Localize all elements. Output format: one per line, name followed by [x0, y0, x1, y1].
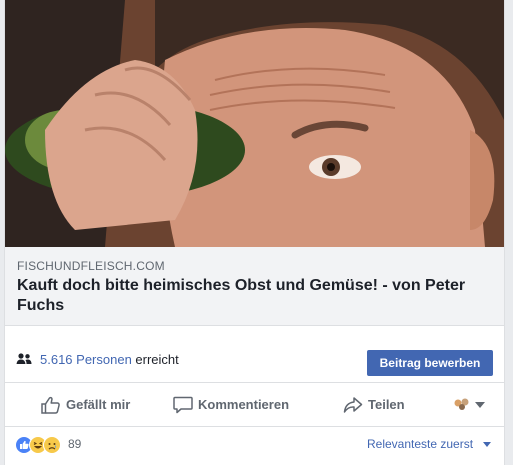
- reactions-row: 89 Relevanteste zuerst: [5, 426, 504, 465]
- comment-label: Kommentieren: [198, 397, 290, 412]
- link-preview-image[interactable]: [5, 0, 504, 247]
- audience-avatars-icon: [454, 398, 485, 410]
- share-arrow-icon: [343, 397, 363, 413]
- comment-button[interactable]: Kommentieren: [173, 395, 297, 415]
- sad-reaction-icon[interactable]: [43, 436, 61, 454]
- chevron-down-icon[interactable]: [483, 442, 491, 447]
- audience-selector[interactable]: [453, 395, 493, 415]
- chevron-down-icon: [475, 402, 485, 408]
- like-label: Gefällt mir: [66, 397, 131, 412]
- share-button[interactable]: Teilen: [343, 395, 413, 415]
- link-domain: FISCHUNDFLEISCH.COM: [17, 259, 165, 273]
- people-icon: [16, 353, 32, 364]
- link-preview[interactable]: FISCHUNDFLEISCH.COM Kauft doch bitte hei…: [5, 247, 504, 326]
- action-bar: Gefällt mir Kommentieren Teilen: [5, 383, 504, 427]
- reach-text: 5.616 Personen erreicht: [40, 352, 179, 367]
- link-title[interactable]: Kauft doch bitte heimisches Obst und Gem…: [17, 276, 487, 316]
- reach-suffix: erreicht: [135, 352, 179, 367]
- reach-row: 5.616 Personen erreicht Beitrag bewerben: [5, 338, 504, 383]
- sort-comments-dropdown[interactable]: Relevanteste zuerst: [367, 437, 473, 451]
- comment-icon: [173, 396, 193, 414]
- reach-count[interactable]: 5.616 Personen: [40, 352, 132, 367]
- thumbs-up-icon: [41, 396, 60, 414]
- photo-illustration: [5, 0, 504, 247]
- promote-post-button[interactable]: Beitrag bewerben: [367, 350, 493, 376]
- reaction-count[interactable]: 89: [68, 437, 81, 451]
- like-button[interactable]: Gefällt mir: [41, 395, 136, 415]
- post-card: FISCHUNDFLEISCH.COM Kauft doch bitte hei…: [4, 0, 505, 465]
- share-label: Teilen: [368, 397, 405, 412]
